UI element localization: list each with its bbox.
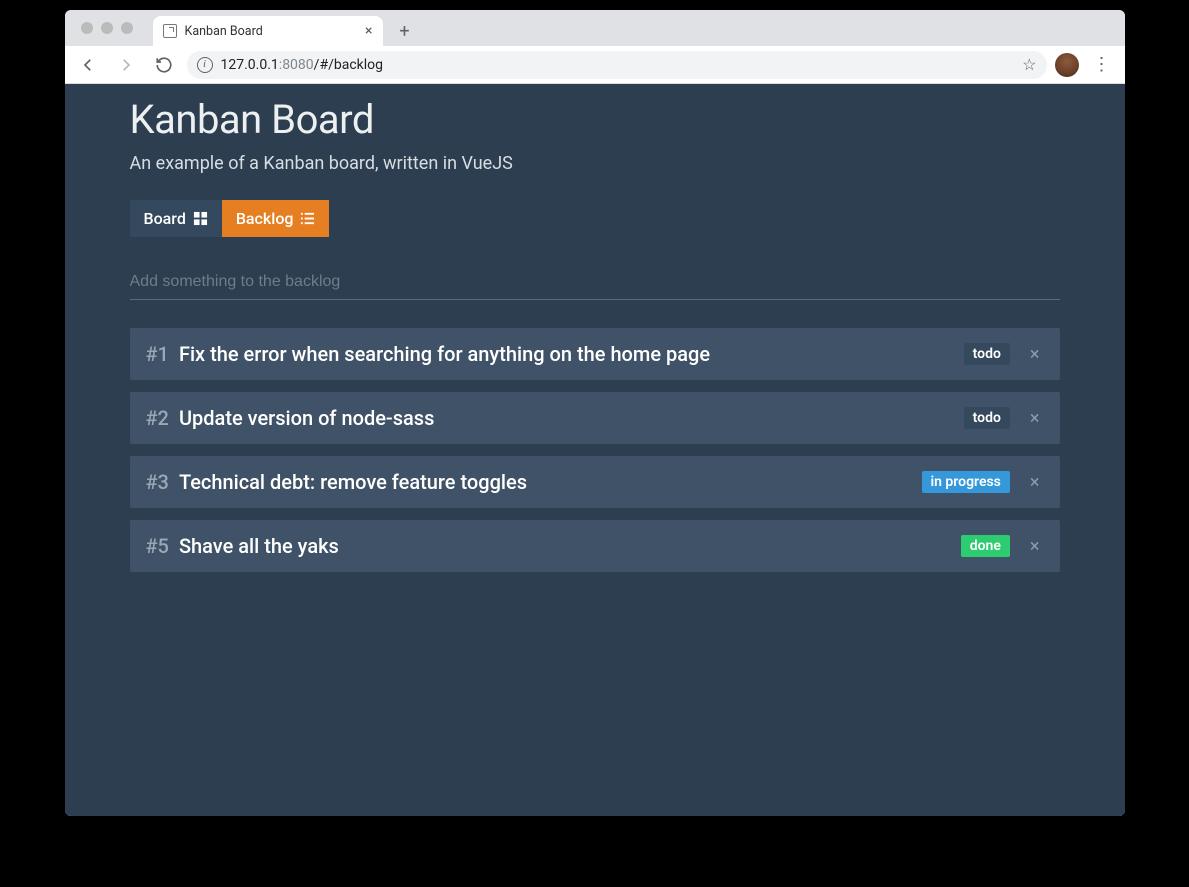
card-title: Update version of node-sass (179, 406, 434, 430)
browser-menu-button[interactable]: ⋮ (1087, 50, 1117, 80)
bookmark-star-icon[interactable]: ☆ (1022, 55, 1036, 74)
card-id: #2 (146, 406, 169, 430)
tab-backlog-label: Backlog (236, 209, 294, 228)
status-badge: todo (964, 407, 1010, 429)
delete-card-icon[interactable]: × (1020, 344, 1044, 365)
url-host: 127.0.0.1 (221, 57, 279, 73)
page-title: Kanban Board (130, 96, 1060, 143)
browser-tab[interactable]: Kanban Board × (153, 16, 383, 46)
content-container: Kanban Board An example of a Kanban boar… (130, 84, 1060, 624)
card-id: #3 (146, 470, 169, 494)
close-tab-icon[interactable]: × (365, 23, 372, 39)
grid-icon (193, 211, 208, 226)
url-text: 127.0.0.1:8080/#/backlog (221, 57, 384, 73)
site-info-icon[interactable]: i (197, 57, 213, 73)
file-icon (163, 24, 177, 38)
card-title: Fix the error when searching for anythin… (179, 342, 710, 366)
card-id: #5 (146, 534, 169, 558)
back-button[interactable] (73, 50, 103, 80)
list-icon (300, 211, 315, 226)
delete-card-icon[interactable]: × (1020, 408, 1044, 429)
new-tab-button[interactable]: + (391, 17, 419, 45)
status-badge: in progress (922, 471, 1010, 493)
backlog-list: #1 Fix the error when searching for anyth… (130, 328, 1060, 572)
url-path: /#/backlog (314, 57, 383, 73)
browser-window: Kanban Board × + i 127.0.0.1:8080/#/back… (65, 10, 1125, 816)
url-port: :8080 (279, 57, 314, 73)
view-tabs: Board Backlog (130, 200, 1060, 237)
backlog-card[interactable]: #2 Update version of node-sass todo × (130, 392, 1060, 444)
address-bar[interactable]: i 127.0.0.1:8080/#/backlog ☆ (187, 51, 1047, 79)
tab-board-label: Board (144, 209, 186, 228)
window-minimize-button[interactable] (101, 22, 113, 34)
tab-board[interactable]: Board (130, 200, 222, 237)
page-content: Kanban Board An example of a Kanban boar… (65, 84, 1125, 816)
tab-strip: Kanban Board × + (65, 10, 1125, 46)
window-maximize-button[interactable] (121, 22, 133, 34)
backlog-card[interactable]: #1 Fix the error when searching for anyth… (130, 328, 1060, 380)
window-close-button[interactable] (81, 22, 93, 34)
page-subtitle: An example of a Kanban board, written in… (130, 153, 1060, 174)
status-badge: done (961, 535, 1010, 557)
delete-card-icon[interactable]: × (1020, 472, 1044, 493)
tab-title: Kanban Board (185, 24, 358, 39)
card-title: Shave all the yaks (179, 534, 339, 558)
status-badge: todo (964, 343, 1010, 365)
window-controls (75, 10, 153, 46)
card-id: #1 (146, 342, 169, 366)
add-backlog-input[interactable] (130, 267, 1060, 300)
tab-backlog[interactable]: Backlog (222, 200, 330, 237)
profile-avatar[interactable] (1055, 53, 1079, 77)
browser-toolbar: i 127.0.0.1:8080/#/backlog ☆ ⋮ (65, 46, 1125, 84)
reload-button[interactable] (149, 50, 179, 80)
delete-card-icon[interactable]: × (1020, 536, 1044, 557)
backlog-card[interactable]: #3 Technical debt: remove feature toggles… (130, 456, 1060, 508)
card-title: Technical debt: remove feature toggles (179, 470, 527, 494)
forward-button[interactable] (111, 50, 141, 80)
backlog-card[interactable]: #5 Shave all the yaks done × (130, 520, 1060, 572)
